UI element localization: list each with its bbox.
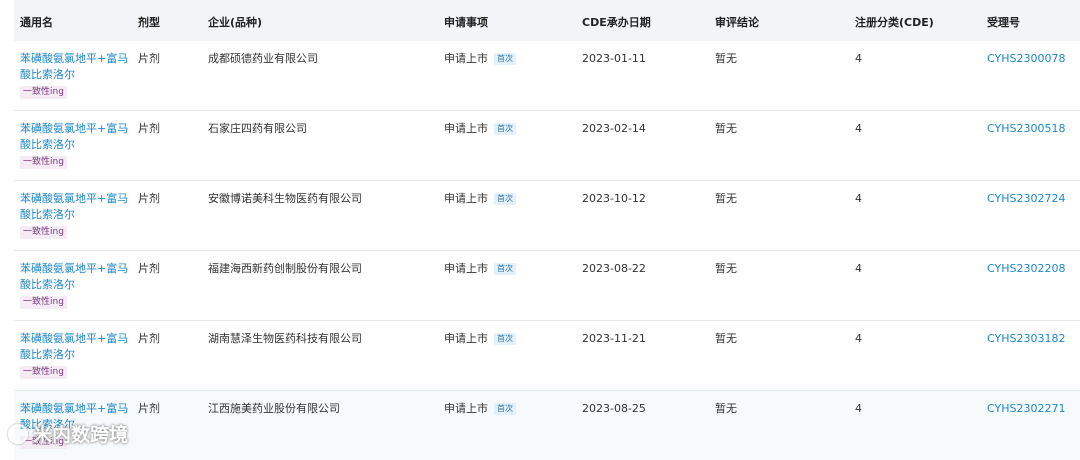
application-cell: 申请上市 首次 — [444, 261, 516, 277]
watermark-logo-icon — [8, 423, 28, 444]
application-cell: 申请上市 首次 — [444, 121, 516, 137]
acceptance-number-link[interactable]: CYHS2300518 — [987, 121, 1065, 137]
review-conclusion-cell: 暂无 — [715, 262, 737, 275]
application-cell: 申请上市 首次 — [444, 401, 516, 417]
acceptance-number-link[interactable]: CYHS2303182 — [987, 331, 1065, 347]
dosage-form-cell: 片剂 — [138, 122, 160, 135]
drug-registration-table: 通用名 剂型 企业(品种) 申请事项 CDE承办日期 审评结论 注册分类(CDE… — [14, 0, 1080, 460]
drug-name-cell: 苯磺酸氨氯地平+富马酸比索洛尔一致性ing — [20, 191, 132, 239]
cde-date-cell: 2023-10-12 — [582, 192, 646, 205]
cde-date-cell: 2023-01-11 — [582, 52, 646, 65]
company-cell: 湖南慧泽生物医药科技有限公司 — [208, 332, 362, 345]
cde-date-cell: 2023-08-22 — [582, 262, 646, 275]
drug-name-cell: 苯磺酸氨氯地平+富马酸比索洛尔一致性ing — [20, 331, 132, 379]
application-cell: 申请上市 首次 — [444, 191, 516, 207]
acceptance-number-link[interactable]: CYHS2302271 — [987, 401, 1065, 417]
application-text: 申请上市 — [444, 122, 488, 135]
application-text: 申请上市 — [444, 52, 488, 65]
cde-date-cell: 2023-02-14 — [582, 122, 646, 135]
registration-class-cell: 4 — [855, 122, 862, 135]
header-application-item[interactable]: 申请事项 — [444, 14, 488, 30]
first-time-badge: 首次 — [494, 403, 516, 415]
review-conclusion-cell: 暂无 — [715, 192, 737, 205]
header-acceptance-no[interactable]: 受理号 — [987, 14, 1020, 30]
watermark: 米内数跨境 — [8, 420, 128, 447]
dosage-form-cell: 片剂 — [138, 332, 160, 345]
drug-name-cell: 苯磺酸氨氯地平+富马酸比索洛尔一致性ing — [20, 121, 132, 169]
table-row: 苯磺酸氨氯地平+富马酸比索洛尔一致性ing 片剂 石家庄四药有限公司 申请上市 首次 20… — [14, 111, 1080, 181]
drug-name-cell: 苯磺酸氨氯地平+富马酸比索洛尔一致性ing — [20, 261, 132, 309]
consistency-tag: 一致性ing — [20, 296, 67, 309]
company-cell: 江西施美药业股份有限公司 — [208, 402, 340, 415]
consistency-tag: 一致性ing — [20, 86, 67, 99]
registration-class-cell: 4 — [855, 262, 862, 275]
dosage-form-cell: 片剂 — [138, 262, 160, 275]
company-cell: 福建海西新药创制股份有限公司 — [208, 262, 362, 275]
table-row: 苯磺酸氨氯地平+富马酸比索洛尔一致性ing 片剂 成都硕德药业有限公司 申请上市 首次 2… — [14, 41, 1080, 111]
first-time-badge: 首次 — [494, 263, 516, 275]
drug-name-cell: 苯磺酸氨氯地平+富马酸比索洛尔一致性ing — [20, 51, 132, 99]
review-conclusion-cell: 暂无 — [715, 52, 737, 65]
first-time-badge: 首次 — [494, 53, 516, 65]
table-row: 苯磺酸氨氯地平+富马酸比索洛尔一致性ing 片剂 湖南慧泽生物医药科技有限公司 申请上… — [14, 321, 1080, 391]
first-time-badge: 首次 — [494, 193, 516, 205]
table-row: 苯磺酸氨氯地平+富马酸比索洛尔一致性ing 片剂 福建海西新药创制股份有限公司 申请上… — [14, 251, 1080, 321]
acceptance-number-link[interactable]: CYHS2302724 — [987, 191, 1065, 207]
cde-date-cell: 2023-11-21 — [582, 332, 646, 345]
consistency-tag: 一致性ing — [20, 226, 67, 239]
header-company[interactable]: 企业(品种) — [208, 14, 262, 30]
table-body: 苯磺酸氨氯地平+富马酸比索洛尔 一致性ing 片剂 成都硕德药业有限公司 申请上市 首次 2… — [14, 41, 1080, 460]
company-cell: 石家庄四药有限公司 — [208, 122, 307, 135]
consistency-tag: 一致性ing — [20, 156, 67, 169]
registration-class-cell: 4 — [855, 332, 862, 345]
header-dosage-form[interactable]: 剂型 — [138, 14, 160, 30]
cde-date-cell: 2023-08-25 — [582, 402, 646, 415]
application-cell: 申请上市 首次 — [444, 331, 516, 347]
dosage-form-cell: 片剂 — [138, 52, 160, 65]
header-cde-date[interactable]: CDE承办日期 — [582, 14, 651, 30]
consistency-tag: 一致性ing — [20, 366, 67, 379]
acceptance-number-link[interactable]: CYHS2302208 — [987, 261, 1065, 277]
application-text: 申请上市 — [444, 402, 488, 415]
registration-class-cell: 4 — [855, 192, 862, 205]
application-cell: 申请上市 首次 — [444, 51, 516, 67]
drug-name-link[interactable]: 苯磺酸氨氯地平+富马酸比索洛尔 — [20, 332, 128, 361]
watermark-text: 米内数跨境 — [33, 424, 129, 446]
table-row: 苯磺酸氨氯地平+富马酸比索洛尔一致性ing 片剂 安徽博诺美科生物医药有限公司 申请上… — [14, 181, 1080, 251]
registration-class-cell: 4 — [855, 52, 862, 65]
first-time-badge: 首次 — [494, 123, 516, 135]
header-registration-class[interactable]: 注册分类(CDE) — [855, 14, 934, 30]
drug-name-link[interactable]: 苯磺酸氨氯地平+富马酸比索洛尔 — [20, 122, 128, 151]
header-review-conclusion[interactable]: 审评结论 — [715, 14, 759, 30]
company-cell: 成都硕德药业有限公司 — [208, 52, 318, 65]
drug-name-link[interactable]: 苯磺酸氨氯地平+富马酸比索洛尔 — [20, 52, 128, 81]
review-conclusion-cell: 暂无 — [715, 402, 737, 415]
header-generic-name[interactable]: 通用名 — [20, 14, 53, 30]
table-row: 苯磺酸氨氯地平+富马酸比索洛尔 一致性ing 片剂 江西施美药业股份有限公司 申请上市首… — [14, 391, 1080, 460]
drug-name-link[interactable]: 苯磺酸氨氯地平+富马酸比索洛尔 — [20, 192, 128, 221]
review-conclusion-cell: 暂无 — [715, 122, 737, 135]
first-time-badge: 首次 — [494, 333, 516, 345]
review-conclusion-cell: 暂无 — [715, 332, 737, 345]
dosage-form-cell: 片剂 — [138, 402, 160, 415]
registration-class-cell: 4 — [855, 402, 862, 415]
drug-name-link[interactable]: 苯磺酸氨氯地平+富马酸比索洛尔 — [20, 262, 128, 291]
company-cell: 安徽博诺美科生物医药有限公司 — [208, 192, 362, 205]
dosage-form-cell: 片剂 — [138, 192, 160, 205]
application-text: 申请上市 — [444, 262, 488, 275]
table-header: 通用名 剂型 企业(品种) 申请事项 CDE承办日期 审评结论 注册分类(CDE… — [14, 0, 1080, 41]
application-text: 申请上市 — [444, 332, 488, 345]
application-text: 申请上市 — [444, 192, 488, 205]
acceptance-number-link[interactable]: CYHS2300078 — [987, 51, 1065, 67]
